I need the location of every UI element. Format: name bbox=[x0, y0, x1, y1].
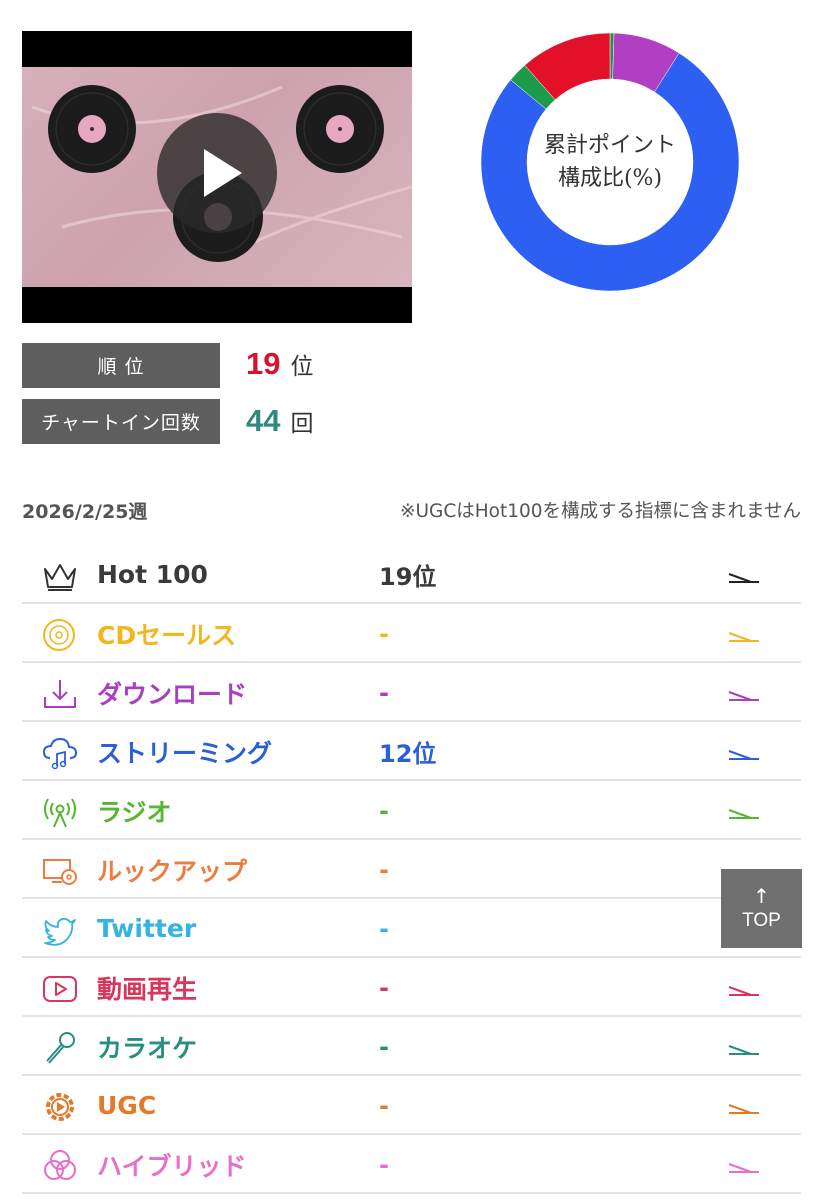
points-composition-donut: 累計ポイント 構成比(%) bbox=[480, 31, 740, 293]
row-rank: - bbox=[379, 855, 389, 884]
donut-center-line2: 構成比(%) bbox=[557, 166, 663, 191]
rank-value-group: 19 位 bbox=[246, 346, 313, 382]
arrow-up-icon: ↑ bbox=[753, 883, 770, 908]
chart-row-twitter[interactable]: Twitter - bbox=[22, 899, 801, 958]
row-name: UGC bbox=[97, 1091, 157, 1120]
row-name: Hot 100 bbox=[97, 560, 208, 589]
row-rank: - bbox=[379, 914, 389, 943]
cd-icon bbox=[43, 619, 75, 651]
video-thumbnail[interactable] bbox=[22, 31, 412, 323]
row-name: ストリーミング bbox=[97, 738, 273, 768]
rank-label: 順 位 bbox=[22, 343, 220, 388]
row-name: Twitter bbox=[97, 914, 197, 943]
row-name: ハイブリッド bbox=[97, 1151, 247, 1181]
vinyl-record-icon bbox=[296, 85, 384, 173]
row-rank: - bbox=[379, 1150, 389, 1179]
row-rank: - bbox=[379, 1032, 389, 1061]
chart-row-download[interactable]: ダウンロード - bbox=[22, 663, 801, 722]
row-rank: - bbox=[379, 973, 389, 1002]
trend-icon bbox=[728, 750, 759, 760]
row-name: ダウンロード bbox=[97, 679, 248, 709]
trend-icon bbox=[728, 986, 759, 996]
chart-row-lookup[interactable]: ルックアップ - bbox=[22, 840, 801, 899]
row-rank: - bbox=[379, 678, 389, 707]
vinyl-record-icon bbox=[48, 85, 136, 173]
chartin-label: チャートイン回数 bbox=[22, 399, 220, 444]
chart-row-radio[interactable]: ラジオ - bbox=[22, 781, 801, 840]
chartin-value-group: 44 回 bbox=[246, 403, 313, 439]
row-name: カラオケ bbox=[97, 1033, 198, 1063]
rank-value: 19 bbox=[246, 346, 281, 381]
trend-icon bbox=[728, 1104, 759, 1114]
chart-week: 2026/2/25週 bbox=[22, 501, 148, 523]
back-to-top-button[interactable]: ↑ TOP bbox=[721, 869, 802, 948]
ugc-note: ※UGCはHot100を構成する指標に含まれません bbox=[399, 501, 801, 522]
chart-row-streaming[interactable]: ストリーミング 12位 bbox=[22, 722, 801, 781]
trend-icon bbox=[728, 573, 759, 583]
chartin-value: 44 bbox=[246, 403, 281, 438]
row-rank: - bbox=[379, 1091, 389, 1120]
download-icon bbox=[44, 680, 76, 708]
radio-icon bbox=[44, 798, 76, 828]
trend-icon bbox=[728, 691, 759, 701]
row-name: CDセールス bbox=[97, 620, 237, 650]
video-frame bbox=[22, 67, 412, 287]
chart-row-hybrid[interactable]: ハイブリッド - bbox=[22, 1135, 801, 1194]
chartin-unit: 回 bbox=[290, 411, 314, 437]
twitter-icon bbox=[44, 917, 76, 946]
row-name: ラジオ bbox=[97, 797, 172, 827]
row-rank: - bbox=[379, 619, 389, 648]
trend-icon bbox=[728, 809, 759, 819]
chart-row-hot100[interactable]: Hot 100 19位 bbox=[22, 545, 801, 604]
row-rank: - bbox=[379, 796, 389, 825]
crown-icon bbox=[44, 564, 76, 591]
trend-icon bbox=[728, 1045, 759, 1055]
hybrid-icon bbox=[44, 1150, 76, 1180]
ugc-icon bbox=[46, 1093, 74, 1121]
row-name: ルックアップ bbox=[97, 856, 248, 886]
row-rank: 19位 bbox=[379, 563, 437, 591]
chart-row-karaoke[interactable]: カラオケ - bbox=[22, 1017, 801, 1076]
back-to-top-label: TOP bbox=[742, 909, 781, 931]
rank-unit: 位 bbox=[290, 354, 314, 380]
trend-icon bbox=[728, 1163, 759, 1173]
trend-icon bbox=[728, 632, 759, 642]
chart-row-cd-sales[interactable]: CDセールス - bbox=[22, 604, 801, 663]
chart-row-video[interactable]: 動画再生 - bbox=[22, 958, 801, 1017]
donut-center-line1: 累計ポイント bbox=[543, 133, 676, 158]
video-play-icon bbox=[43, 976, 77, 1002]
chart-row-ugc[interactable]: UGC - bbox=[22, 1076, 801, 1135]
cloud-music-icon bbox=[42, 737, 78, 770]
row-rank: 12位 bbox=[379, 740, 437, 768]
lookup-icon bbox=[43, 859, 77, 885]
donut-center-label: 累計ポイント 構成比(%) bbox=[480, 31, 740, 293]
row-name: 動画再生 bbox=[97, 974, 198, 1004]
chart-table: Hot 100 19位 CDセールス - ダウンロード - ストリーミング 12… bbox=[22, 545, 801, 1194]
microphone-icon bbox=[46, 1032, 75, 1064]
play-button-icon bbox=[157, 113, 277, 233]
